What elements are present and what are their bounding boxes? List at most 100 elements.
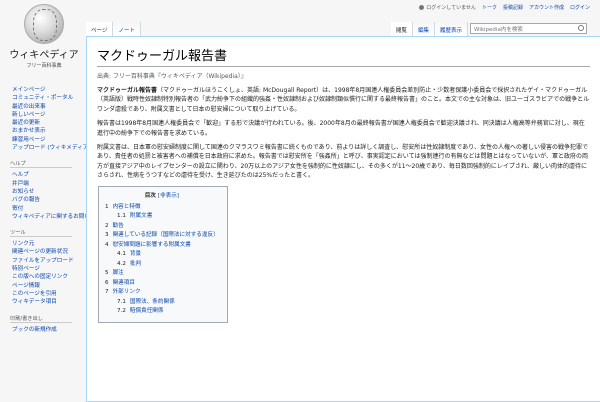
toc-label[interactable]: 附属文書	[130, 213, 152, 219]
sidebar-help: ヘルプ井戸端お知らせバグの報告寄付ウィキペディアに関するお問い合わせ	[12, 171, 86, 221]
toc-toggle[interactable]: [非表示]	[158, 193, 179, 199]
sidebar-item-tools-2[interactable]: ファイルをアップロード	[12, 257, 86, 265]
sidebar-item-help-1[interactable]: 井戸端	[12, 180, 86, 188]
toc-label[interactable]: 関連項目	[113, 280, 135, 286]
toc-title: 目次	[144, 192, 156, 199]
search-input[interactable]: Wikipedia内を検索	[470, 23, 587, 34]
sidebar-item-tools-7[interactable]: ウィキデータ項目	[12, 298, 86, 306]
personal-tools: ログインしていません トーク 投稿記録 アカウント作成 ログイン	[413, 4, 590, 11]
not-logged-in-text: ログインしていません	[426, 5, 476, 11]
toc-item[interactable]: 1 内容と特徴	[105, 203, 219, 213]
paragraph-2: 報告書は1998年8月国連人権委員会で「歓迎」する形で決議が行われている。後、2…	[97, 120, 585, 137]
sidebar-item-nav-7[interactable]: アップロード (ウィキメディア・コモンズ)	[12, 144, 86, 152]
sidebar-item-nav-0[interactable]: メインページ	[12, 86, 86, 94]
toc-label[interactable]: 脚注	[113, 270, 124, 276]
toc-item[interactable]: 4 慰安婦問題に影響する附属文書	[105, 241, 219, 251]
view-tabs: 閲覧 編集 履歴表示	[391, 22, 469, 36]
toc-item[interactable]: 1.1 附属文書	[105, 212, 219, 222]
sidebar-item-tools-5[interactable]: ページ情報	[12, 282, 86, 290]
namespace-tabs: ページ ノート	[86, 22, 141, 36]
toc-item[interactable]: 6 関連項目	[105, 279, 219, 289]
toc-number: 1	[105, 203, 109, 210]
site-subtitle: 出典: フリー百科事典『ウィキペディア（Wikipedia）』	[97, 73, 247, 80]
article-content: マクドゥーガル報告書 出典: フリー百科事典『ウィキペディア（Wikipedia…	[86, 36, 600, 402]
toc-number: 6	[105, 279, 109, 286]
sidebar-item-tools-4[interactable]: この版への固定リンク	[12, 273, 86, 281]
tab-read[interactable]: 閲覧	[391, 22, 414, 36]
sidebar-item-nav-5[interactable]: おまかせ表示	[12, 127, 86, 135]
sidebar-item-help-0[interactable]: ヘルプ	[12, 171, 86, 179]
search-icon[interactable]	[578, 25, 584, 31]
tab-page[interactable]: ページ	[86, 22, 114, 36]
toc-item[interactable]: 5 脚注	[105, 269, 219, 279]
logo-wordmark: ウィキペディア	[9, 50, 79, 61]
sidebar-item-print-0[interactable]: ブックの新規作成	[12, 326, 86, 334]
toc-label[interactable]: 国際法、条約関係	[130, 299, 175, 305]
tab-note[interactable]: ノート	[113, 22, 141, 36]
toc-number: 7.2	[117, 308, 126, 315]
toc-label[interactable]: 関連している記録（国際法に対する違反）	[113, 232, 219, 238]
toc-label[interactable]: 慰安婦問題に影響する附属文書	[113, 242, 191, 248]
table-of-contents: 目次 [非表示] 1 内容と特徴 1.1 附属文書 2 勧告 3 関連している記録（国際法に対…	[98, 185, 228, 323]
toc-item[interactable]: 3 関連している記録（国際法に対する違反）	[105, 231, 219, 241]
sidebar-tools: リンク元 関連ページの更新状況 ファイルをアップロード 特別ページ この版への固定リンク…	[12, 240, 86, 306]
toc-label[interactable]: 批判	[130, 261, 141, 267]
toc-number: 3	[105, 232, 109, 239]
toc-number: 5	[105, 270, 109, 277]
search-placeholder: Wikipedia内を検索	[474, 27, 523, 33]
sidebar-item-nav-3[interactable]: 新しいページ	[12, 111, 86, 119]
tab-edit[interactable]: 編集	[413, 22, 436, 36]
toc-number: 7.1	[117, 298, 126, 305]
toc-item[interactable]: 7 外部リンク	[105, 288, 219, 298]
sidebar-navigation: メインページ コミュニティ・ポータル 最近の出来事 新しいページ 最近の更新 おまかせ表示…	[12, 86, 86, 152]
paragraph-3: 附属文書は、日本軍の慰安婦制度に関して国連のクマラスワミ報告書に続くものであり、…	[97, 144, 589, 180]
toc-item[interactable]: 7.2 賠償責任関係	[105, 307, 219, 317]
toc-number: 4	[105, 241, 109, 248]
sidebar-item-nav-2[interactable]: 最近の出来事	[12, 103, 86, 111]
toc-label[interactable]: 内容と特徴	[113, 204, 141, 210]
toc-label[interactable]: 勧告	[113, 223, 124, 229]
toc-number: 2	[105, 222, 109, 229]
sidebar-item-help-5[interactable]: ウィキペディアに関するお問い合わせ	[12, 213, 86, 221]
toc-item[interactable]: 7.1 国際法、条約関係	[105, 298, 219, 308]
sidebar-item-tools-6[interactable]: このページを引用	[12, 290, 86, 298]
toc-number: 4.1	[117, 251, 126, 258]
user-icon	[419, 5, 425, 10]
lead-text: （マクドゥーガルほうこくしょ、英語: McDougall Report）は、19…	[97, 87, 590, 113]
toc-item[interactable]: 4.2 批判	[105, 260, 219, 270]
sidebar-item-nav-6[interactable]: 練習用ページ	[12, 136, 86, 144]
toc-number: 4.2	[117, 260, 126, 267]
login-link[interactable]: ログイン	[570, 5, 590, 11]
tab-history[interactable]: 履歴表示	[435, 22, 469, 36]
toc-number: 7	[105, 289, 109, 296]
sidebar: メインページ コミュニティ・ポータル 最近の出来事 新しいページ 最近の更新 おまかせ表示…	[0, 86, 86, 334]
sidebar-item-help-3[interactable]: バグの報告	[12, 196, 86, 204]
sidebar-heading-tools[interactable]: ツール	[10, 229, 72, 238]
sidebar-item-help-4[interactable]: 寄付	[12, 205, 86, 213]
sidebar-item-nav-4[interactable]: 最近の更新	[12, 119, 86, 127]
toc-header: 目次 [非表示]	[105, 191, 219, 199]
sidebar-item-tools-3[interactable]: 特別ページ	[12, 265, 86, 273]
sidebar-print: ブックの新規作成	[12, 326, 86, 334]
wikipedia-logo[interactable]: ウィキペディア フリー百科事典	[6, 4, 82, 80]
toc-item[interactable]: 4.1 背景	[105, 250, 219, 260]
lead-bold-term: マクドゥーガル報告書	[97, 87, 158, 94]
sidebar-item-tools-1[interactable]: 関連ページの更新状況	[12, 248, 86, 256]
toc-label[interactable]: 外部リンク	[113, 289, 141, 295]
lead-paragraph: マクドゥーガル報告書（マクドゥーガルほうこくしょ、英語: McDougall R…	[97, 86, 590, 114]
sidebar-item-help-2[interactable]: お知らせ	[12, 188, 86, 196]
toc-label[interactable]: 背景	[130, 251, 141, 257]
create-account-link[interactable]: アカウント作成	[529, 5, 564, 11]
toc-item[interactable]: 2 勧告	[105, 222, 219, 232]
toc-number: 1.1	[117, 213, 126, 220]
sidebar-heading-print[interactable]: 印刷/書き出し	[10, 315, 72, 323]
toc-label[interactable]: 賠償責任関係	[130, 308, 164, 314]
sidebar-item-tools-0[interactable]: リンク元	[12, 240, 86, 248]
talk-link[interactable]: トーク	[482, 5, 497, 11]
sidebar-item-nav-1[interactable]: コミュニティ・ポータル	[12, 94, 86, 102]
toc-list: 1 内容と特徴 1.1 附属文書 2 勧告 3 関連している記録（国際法に対する違反） 4 慰安婦…	[105, 203, 219, 317]
contributions-link[interactable]: 投稿記録	[503, 5, 523, 11]
sidebar-heading-help[interactable]: ヘルプ	[10, 160, 72, 169]
puzzle-globe-icon	[24, 4, 64, 44]
logo-tagline: フリー百科事典	[26, 63, 62, 69]
